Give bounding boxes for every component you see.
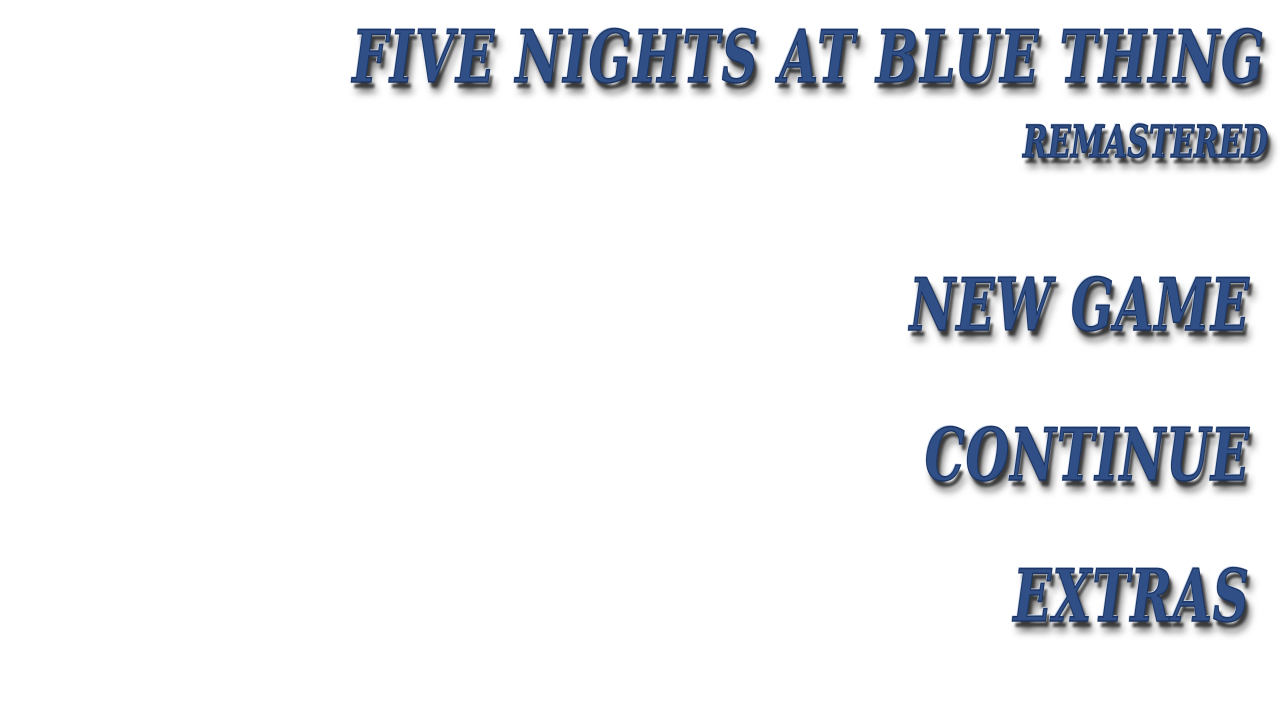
- game-title: FIVE NIGHTS AT BLUE THING: [352, 13, 1266, 100]
- game-subtitle: REMASTERED: [1023, 117, 1269, 169]
- extras-button[interactable]: EXTRAS: [1013, 552, 1250, 639]
- title-screen: FIVE NIGHTS AT BLUE THING REMASTERED NEW…: [0, 0, 1280, 720]
- continue-button[interactable]: CONTINUE: [924, 411, 1250, 498]
- new-game-button[interactable]: NEW GAME: [909, 261, 1250, 348]
